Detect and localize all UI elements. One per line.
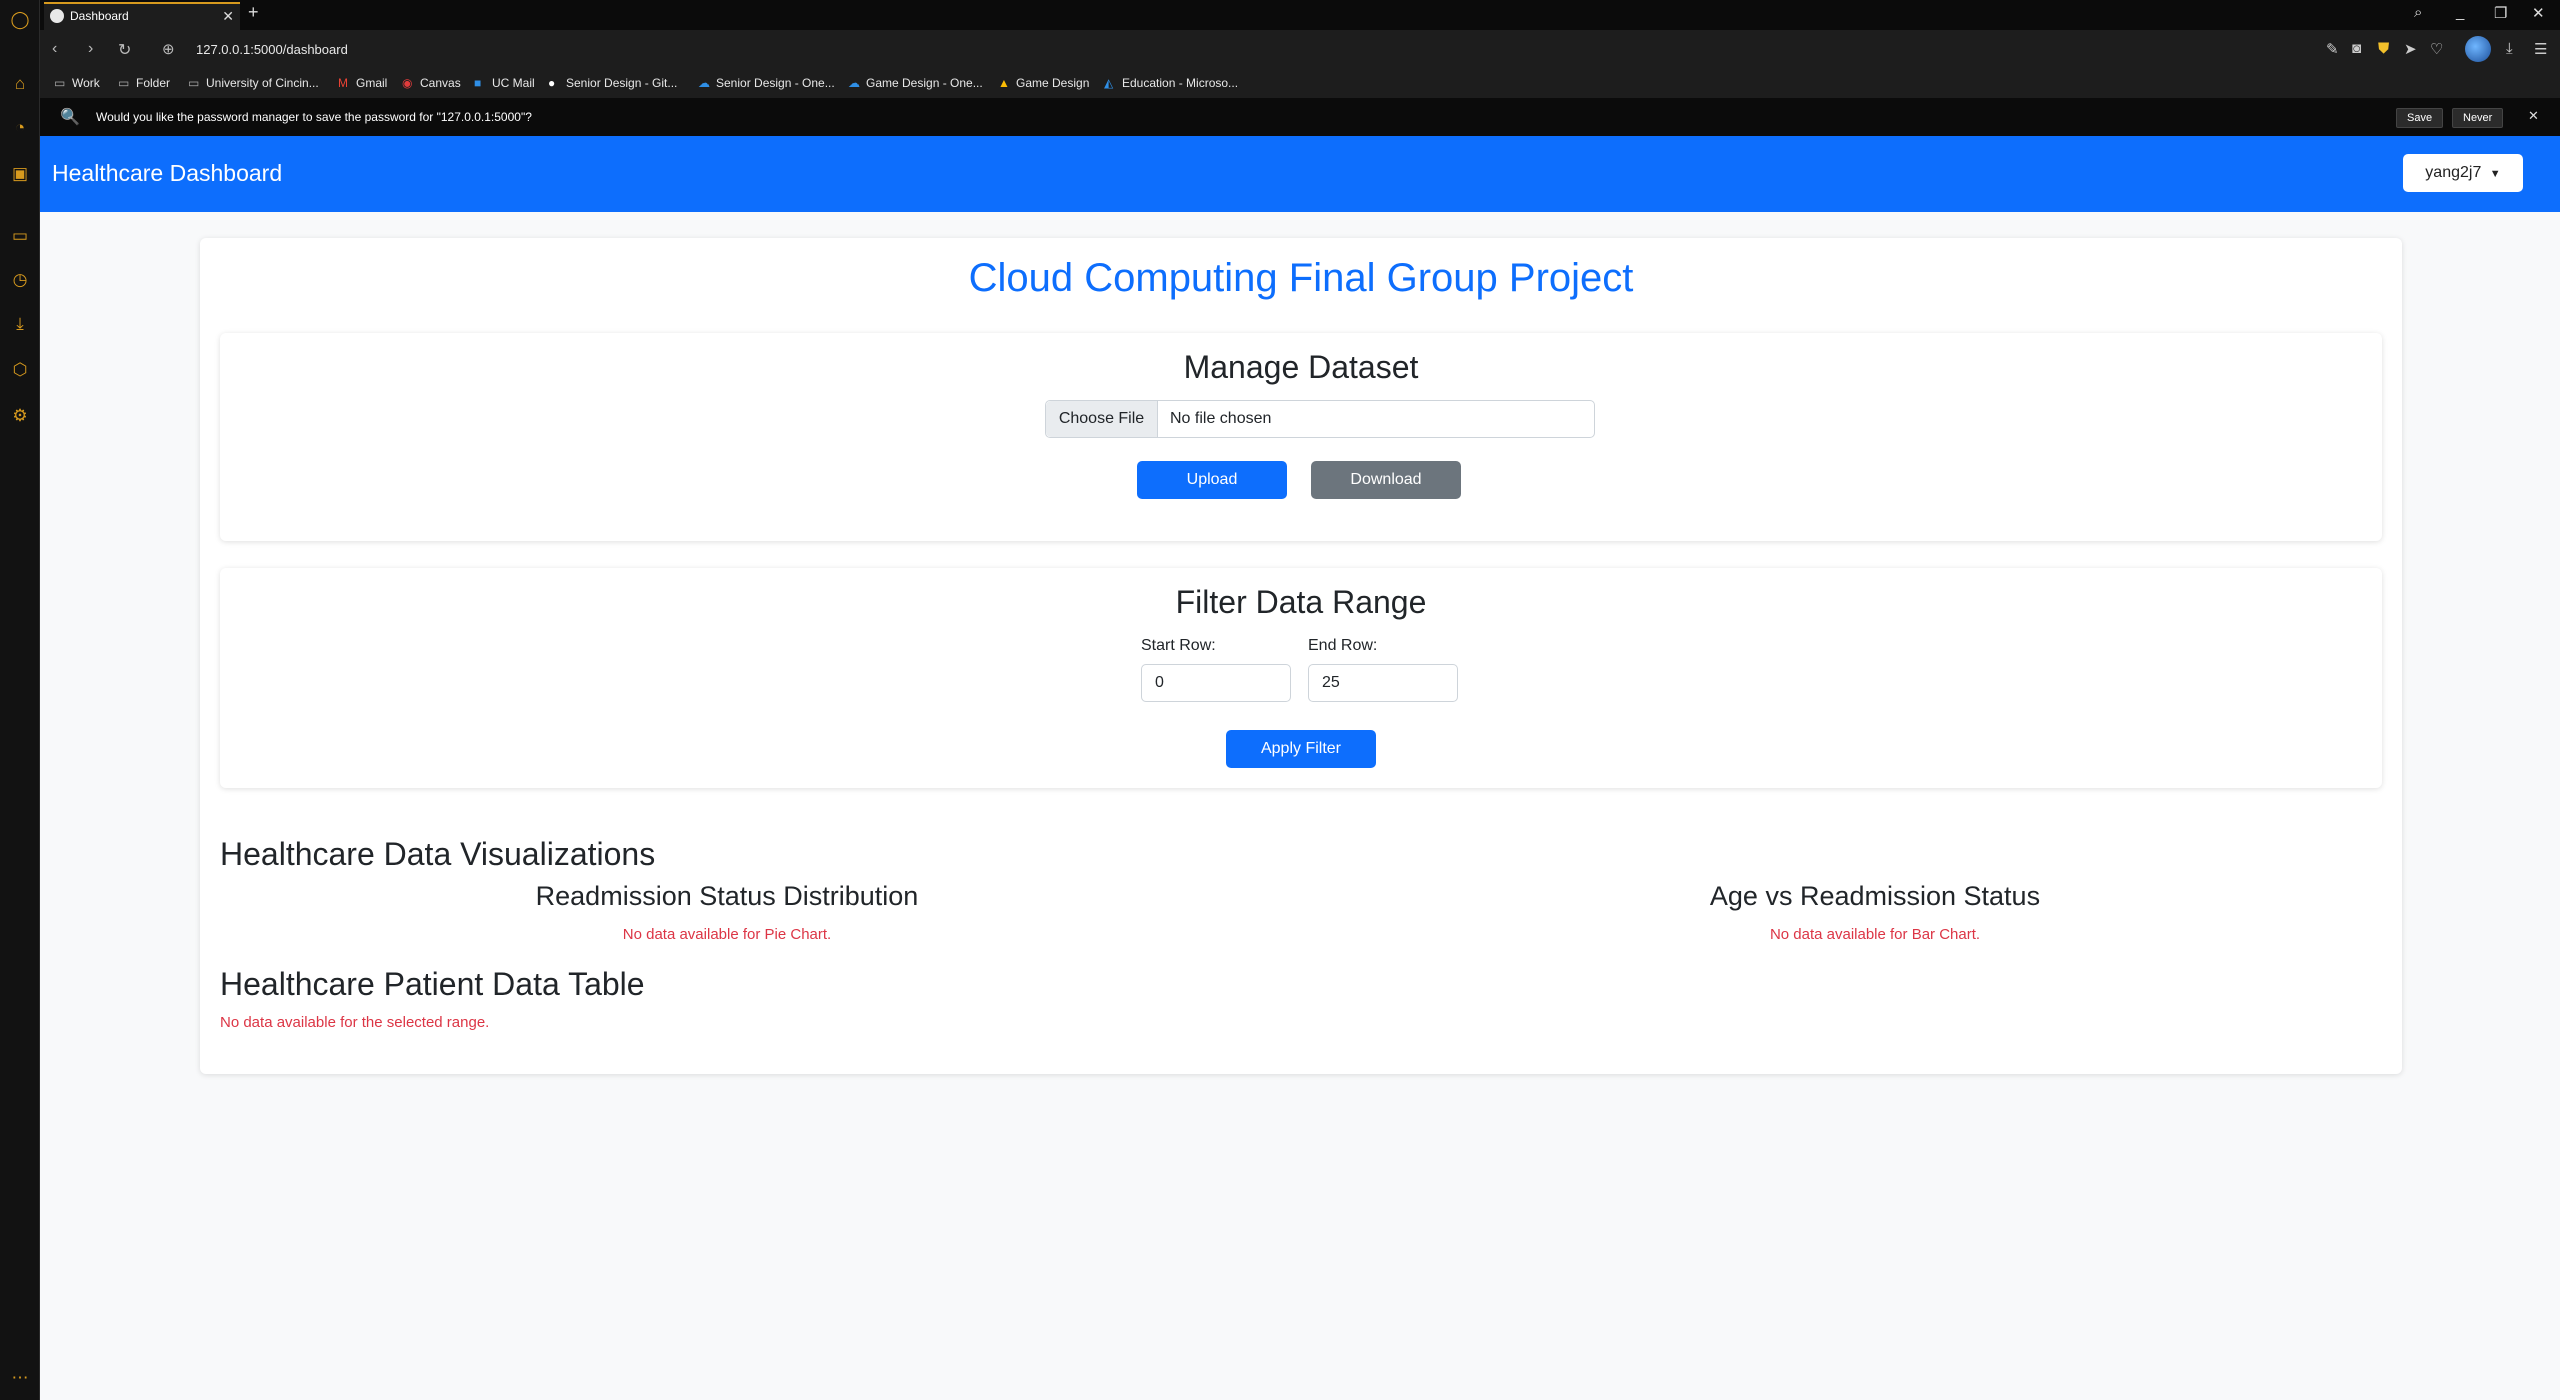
search-icon[interactable]: ⌕ bbox=[2414, 4, 2422, 21]
gamepad-icon[interactable]: ⌂ bbox=[8, 72, 32, 96]
close-icon[interactable]: ✕ bbox=[2528, 108, 2539, 124]
tab-strip: Dashboard ✕ + ⌕ _ ❐ ✕ bbox=[40, 0, 2560, 30]
url-field[interactable]: 127.0.0.1:5000/dashboard bbox=[196, 42, 348, 57]
end-row-label: End Row: bbox=[1308, 637, 1378, 654]
page-title: Cloud Computing Final Group Project bbox=[968, 256, 1634, 300]
browser-sidebar: ◯ ⌂ ◔ ▣ ▭ ◷ ⤓ ⬡ ⚙ ⋯ bbox=[0, 0, 40, 1400]
download-icon[interactable]: ⤓ bbox=[2506, 40, 2513, 57]
back-icon[interactable]: ‹ bbox=[52, 40, 57, 58]
profile-avatar[interactable] bbox=[2465, 36, 2491, 62]
cube-icon[interactable]: ⬡ bbox=[8, 358, 32, 382]
history-icon[interactable]: ◷ bbox=[8, 268, 32, 292]
edit-icon[interactable]: ✎ bbox=[2326, 40, 2339, 58]
filter-title: Filter Data Range bbox=[1175, 584, 1427, 620]
folder-icon: ▭ bbox=[118, 76, 130, 90]
outlook-icon: ■ bbox=[474, 76, 482, 90]
upload-button[interactable]: Upload bbox=[1137, 461, 1287, 499]
bar-chart-title: Age vs Readmission Status bbox=[1709, 881, 2041, 911]
start-row-input[interactable]: 0 bbox=[1141, 664, 1291, 702]
bookmark-item[interactable]: ☁ Senior Design - One... bbox=[698, 76, 835, 90]
settings-icon[interactable]: ⚙ bbox=[8, 404, 32, 428]
tab-title: Dashboard bbox=[70, 9, 129, 23]
site-info-icon[interactable]: ⊕ bbox=[162, 40, 175, 58]
password-prompt-text: Would you like the password manager to s… bbox=[96, 110, 532, 124]
pie-chart-empty-message: No data available for Pie Chart. bbox=[622, 926, 832, 943]
bookmarks-bar: ▭ Work ▭ Folder ▭ University of Cincin... M… bbox=[40, 70, 2560, 98]
visualizations-heading: Healthcare Data Visualizations bbox=[220, 836, 656, 872]
restore-icon[interactable]: ❐ bbox=[2494, 4, 2507, 22]
never-save-button[interactable]: Never bbox=[2452, 108, 2504, 128]
file-input[interactable]: Choose File No file chosen bbox=[1045, 400, 1595, 438]
twitch-icon[interactable]: ▭ bbox=[8, 224, 32, 248]
bookmark-item[interactable]: ■ UC Mail bbox=[474, 76, 535, 90]
bookmark-item[interactable]: ● Senior Design - Git... bbox=[548, 76, 677, 90]
bookmark-item[interactable]: ▭ Folder bbox=[118, 76, 170, 90]
bookmark-item[interactable]: ▭ University of Cincin... bbox=[188, 76, 319, 90]
folder-icon: ▭ bbox=[54, 76, 66, 90]
more-icon[interactable]: ⋯ bbox=[8, 1366, 32, 1390]
save-password-button[interactable]: Save bbox=[2396, 108, 2444, 128]
opera-logo-icon[interactable]: ◯ bbox=[8, 8, 32, 32]
download-icon[interactable]: ⤓ bbox=[8, 312, 32, 336]
bag-icon[interactable]: ▣ bbox=[8, 162, 32, 186]
download-button[interactable]: Download bbox=[1311, 461, 1461, 499]
main-card: Cloud Computing Final Group Project Mana… bbox=[200, 238, 2402, 1074]
minimize-icon[interactable]: _ bbox=[2456, 4, 2464, 21]
send-icon[interactable]: ➤ bbox=[2404, 40, 2417, 58]
data-table-heading: Healthcare Patient Data Table bbox=[220, 966, 645, 1002]
bookmark-item[interactable]: ☁ Game Design - One... bbox=[848, 76, 983, 90]
manage-dataset-title: Manage Dataset bbox=[1183, 349, 1419, 385]
tab-dashboard[interactable]: Dashboard ✕ bbox=[44, 2, 240, 30]
app-navbar: Healthcare Dashboard yang2j7 ▼ bbox=[40, 136, 2560, 212]
user-menu-button[interactable]: yang2j7 ▼ bbox=[2403, 154, 2523, 192]
end-row-input[interactable]: 25 bbox=[1308, 664, 1458, 702]
filter-card: Filter Data Range Start Row: End Row: 0 … bbox=[220, 568, 2382, 788]
canvas-icon: ◉ bbox=[402, 76, 413, 90]
shield-icon[interactable]: ⛊ bbox=[2378, 40, 2389, 57]
onedrive-icon: ☁ bbox=[698, 76, 710, 90]
azure-icon: ◭ bbox=[1104, 76, 1114, 90]
start-row-label: Start Row: bbox=[1141, 637, 1216, 654]
reload-icon[interactable]: ↻ bbox=[118, 40, 131, 60]
data-table-empty-message: No data available for the selected range… bbox=[220, 1014, 490, 1031]
bookmark-item[interactable]: ◉ Canvas bbox=[402, 76, 461, 90]
globe-icon bbox=[50, 9, 64, 23]
speed-dial-icon[interactable]: ◔ bbox=[8, 116, 32, 140]
gmail-icon: M bbox=[338, 76, 348, 90]
bookmark-item[interactable]: M Gmail bbox=[338, 76, 387, 90]
manage-dataset-card: Manage Dataset Choose File No file chose… bbox=[220, 333, 2382, 541]
window-close-icon[interactable]: ✕ bbox=[2532, 4, 2545, 22]
bookmark-item[interactable]: ◭ Education - Microso... bbox=[1104, 76, 1238, 90]
camera-icon[interactable]: ◙ bbox=[2352, 40, 2361, 57]
choose-file-button[interactable]: Choose File bbox=[1046, 401, 1158, 437]
new-tab-icon[interactable]: + bbox=[248, 2, 259, 23]
bookmark-item[interactable]: ▲ Game Design bbox=[998, 76, 1089, 90]
pie-chart-title: Readmission Status Distribution bbox=[535, 881, 919, 911]
key-icon: 🔍 bbox=[60, 109, 80, 126]
heart-icon[interactable]: ♡ bbox=[2430, 40, 2443, 58]
menu-icon[interactable]: ☰ bbox=[2534, 40, 2547, 58]
github-icon: ● bbox=[548, 76, 556, 90]
user-name: yang2j7 bbox=[2425, 164, 2482, 181]
forward-icon[interactable]: › bbox=[88, 40, 93, 58]
address-bar: ‹ › ↻ ⊕ 127.0.0.1:5000/dashboard ✎ ◙ ⛊ ➤… bbox=[40, 30, 2560, 70]
google-drive-icon: ▲ bbox=[998, 76, 1010, 90]
bar-chart-empty-message: No data available for Bar Chart. bbox=[1769, 926, 1981, 943]
folder-icon: ▭ bbox=[188, 76, 200, 90]
brand-title[interactable]: Healthcare Dashboard bbox=[52, 160, 282, 187]
file-status: No file chosen bbox=[1170, 410, 1272, 427]
close-icon[interactable]: ✕ bbox=[222, 4, 234, 28]
bookmark-item[interactable]: ▭ Work bbox=[54, 76, 100, 90]
apply-filter-button[interactable]: Apply Filter bbox=[1226, 730, 1376, 768]
onedrive-icon: ☁ bbox=[848, 76, 860, 90]
password-save-bar: 🔍 Would you like the password manager to… bbox=[40, 98, 2560, 136]
caret-down-icon: ▼ bbox=[2489, 168, 2501, 180]
